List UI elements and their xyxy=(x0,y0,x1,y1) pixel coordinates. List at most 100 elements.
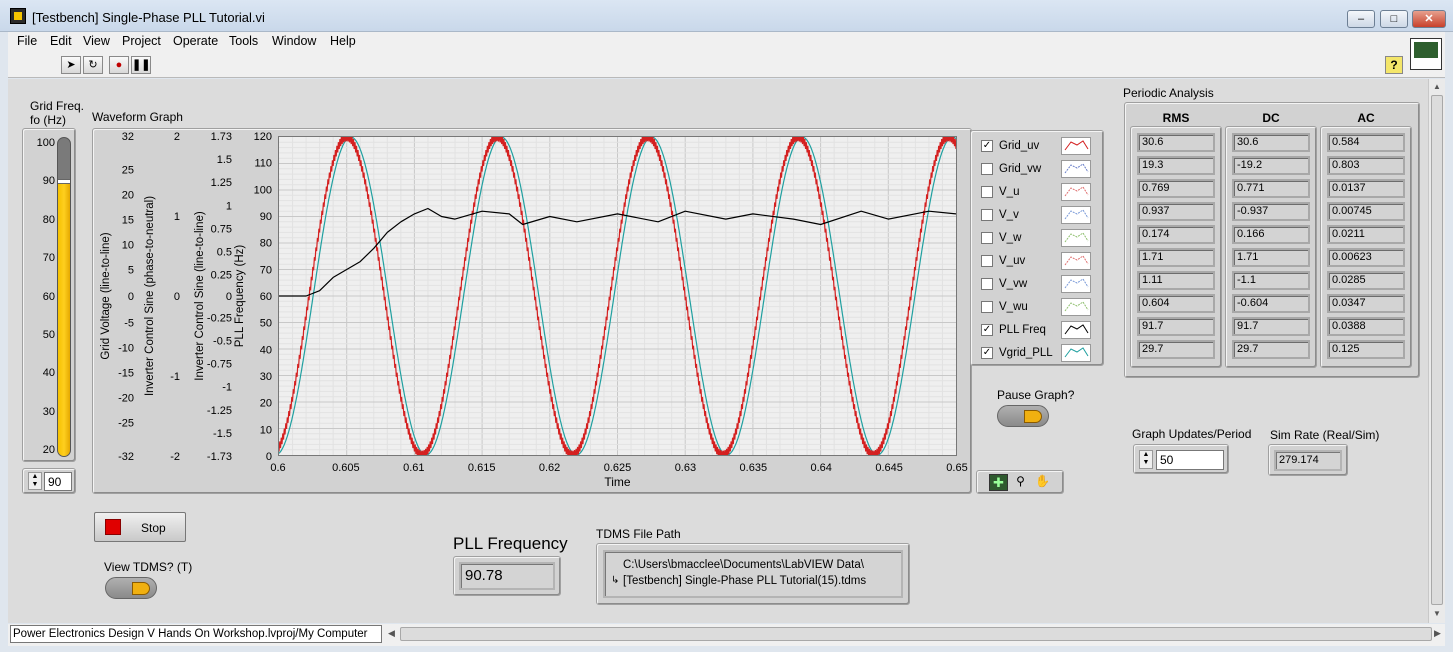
menu-file[interactable]: File xyxy=(17,34,37,48)
time-axis-tick: 0.635 xyxy=(740,462,768,474)
legend-item[interactable]: V_vw xyxy=(979,275,1099,295)
menu-view[interactable]: View xyxy=(83,34,110,48)
stop-button[interactable]: Stop xyxy=(94,512,186,542)
pause-graph-toggle[interactable] xyxy=(997,405,1049,427)
graph-updates-control: ▲ ▼ 50 xyxy=(1133,444,1229,474)
legend-item[interactable]: V_uv xyxy=(979,252,1099,272)
sim-rate-value: 279.174 xyxy=(1274,450,1342,471)
legend-item[interactable]: ✓ PLL Freq xyxy=(979,321,1099,341)
legend-plot-swatch[interactable] xyxy=(1061,275,1091,293)
increment-arrows-icon[interactable]: ▲ ▼ xyxy=(28,472,42,490)
pll-axis-tick: 60 xyxy=(260,291,272,303)
grid-freq-tick: 70 xyxy=(42,252,55,265)
periodic-analysis-label: Periodic Analysis xyxy=(1123,86,1214,100)
pll-axis-tick: 120 xyxy=(254,131,272,143)
ac-cell: 0.00745 xyxy=(1327,202,1405,221)
plot-area[interactable] xyxy=(278,136,957,456)
vi-connector-icon xyxy=(1410,38,1442,70)
grid-freq-tick: 40 xyxy=(42,367,55,380)
pll-frequency-axis-label: PLL Frequency (Hz) xyxy=(234,245,246,348)
legend-plot-swatch[interactable] xyxy=(1061,137,1091,155)
increment-arrows-icon[interactable]: ▲ ▼ xyxy=(1139,450,1153,469)
legend-item[interactable]: V_u xyxy=(979,183,1099,203)
pan-hand-icon[interactable]: ✋ xyxy=(1033,474,1052,491)
legend-plot-swatch[interactable] xyxy=(1061,298,1091,316)
ac-cell: 0.0137 xyxy=(1327,179,1405,198)
maximize-button[interactable]: □ xyxy=(1380,10,1408,28)
legend-plot-swatch[interactable] xyxy=(1061,344,1091,362)
grid-freq-slider[interactable]: 100 90 80 70 60 50 40 30 20 xyxy=(22,128,76,462)
rms-column: 30.6 19.3 0.769 0.937 0.174 1.71 1.11 0.604 91.7… xyxy=(1130,126,1222,368)
zoom-icon[interactable]: ⚲ xyxy=(1011,474,1030,491)
legend-checkbox[interactable] xyxy=(981,255,993,267)
legend-checkbox[interactable] xyxy=(981,232,993,244)
menu-window[interactable]: Window xyxy=(272,34,316,48)
menu-edit[interactable]: Edit xyxy=(50,34,72,48)
cursor-crosshair-icon[interactable]: ✚ xyxy=(989,474,1008,491)
legend-item[interactable]: V_wu xyxy=(979,298,1099,318)
minimize-button[interactable]: – xyxy=(1347,10,1375,28)
dc-cell: -19.2 xyxy=(1232,156,1310,175)
grid-freq-scale: 100 90 80 70 60 50 40 30 20 xyxy=(23,129,55,459)
pll-axis-tick: 30 xyxy=(260,371,272,383)
grid-freq-tick: 30 xyxy=(42,405,55,418)
tdms-path-indicator: C:\Users\bmacclee\Documents\LabVIEW Data… xyxy=(596,543,910,605)
close-button[interactable]: ✕ xyxy=(1412,10,1446,28)
menu-operate[interactable]: Operate xyxy=(173,34,218,48)
legend-item-label: V_wu xyxy=(999,301,1028,313)
legend-item[interactable]: V_v xyxy=(979,206,1099,226)
grid-freq-handle[interactable] xyxy=(58,179,70,184)
labview-icon xyxy=(10,8,26,24)
tdms-path-line2: [Testbench] Single-Phase PLL Tutorial(15… xyxy=(623,575,867,587)
legend-plot-swatch[interactable] xyxy=(1061,321,1091,339)
pll-axis-tick: 10 xyxy=(260,424,272,436)
time-axis-tick: 0.645 xyxy=(875,462,903,474)
legend-checkbox[interactable] xyxy=(981,209,993,221)
grid-voltage-axis-label: Grid Voltage (line-to-line) xyxy=(100,232,112,359)
horizontal-scroll-thumb[interactable] xyxy=(400,627,1432,641)
legend-checkbox[interactable]: ✓ xyxy=(981,324,993,336)
menu-project[interactable]: Project xyxy=(122,34,161,48)
scroll-left-icon[interactable]: ◀ xyxy=(388,628,395,639)
pause-graph-label: Pause Graph? xyxy=(997,388,1075,402)
legend-plot-swatch[interactable] xyxy=(1061,183,1091,201)
legend-checkbox[interactable] xyxy=(981,186,993,198)
legend-item[interactable]: ✓ Vgrid_PLL xyxy=(979,344,1099,364)
context-help-icon[interactable]: ? xyxy=(1385,56,1403,74)
grid-freq-track[interactable] xyxy=(57,137,71,457)
tdms-path-label: TDMS File Path xyxy=(596,527,681,541)
menu-help[interactable]: Help xyxy=(330,34,356,48)
rms-header: RMS xyxy=(1162,111,1190,125)
legend-checkbox[interactable]: ✓ xyxy=(981,140,993,152)
legend-checkbox[interactable]: ✓ xyxy=(981,347,993,359)
legend-checkbox[interactable] xyxy=(981,278,993,290)
legend-item[interactable]: ✓ Grid_uv xyxy=(979,137,1099,157)
view-tdms-toggle[interactable] xyxy=(105,577,157,599)
graph-updates-value[interactable]: 50 xyxy=(1156,450,1224,470)
scroll-up-icon[interactable]: ▲ xyxy=(1430,82,1444,91)
scroll-right-icon[interactable]: ▶ xyxy=(1434,628,1441,639)
ac-cell: 0.00623 xyxy=(1327,248,1405,267)
rms-cell: 0.769 xyxy=(1137,179,1215,198)
legend-checkbox[interactable] xyxy=(981,301,993,313)
abort-icon[interactable]: ● xyxy=(109,56,129,74)
run-arrow-icon[interactable]: ➤ xyxy=(61,56,81,74)
menu-tools[interactable]: Tools xyxy=(229,34,258,48)
legend-item[interactable]: V_w xyxy=(979,229,1099,249)
ac-cell: 0.0347 xyxy=(1327,294,1405,313)
legend-checkbox[interactable] xyxy=(981,163,993,175)
pll-axis-tick: 40 xyxy=(260,344,272,356)
legend-item[interactable]: Grid_vw xyxy=(979,160,1099,180)
vertical-scrollbar[interactable]: ▲ ▼ xyxy=(1428,79,1445,623)
legend-plot-swatch[interactable] xyxy=(1061,252,1091,270)
grid-freq-value[interactable]: 90 xyxy=(44,472,72,491)
vertical-scroll-thumb[interactable] xyxy=(1431,95,1443,605)
pause-icon[interactable]: ❚❚ xyxy=(131,56,151,74)
ac-cell: 0.0388 xyxy=(1327,317,1405,336)
legend-plot-swatch[interactable] xyxy=(1061,206,1091,224)
scroll-down-icon[interactable]: ▼ xyxy=(1430,609,1444,618)
legend-plot-swatch[interactable] xyxy=(1061,229,1091,247)
legend-plot-swatch[interactable] xyxy=(1061,160,1091,178)
run-continuously-icon[interactable]: ↻ xyxy=(83,56,103,74)
ac-header: AC xyxy=(1357,111,1375,125)
